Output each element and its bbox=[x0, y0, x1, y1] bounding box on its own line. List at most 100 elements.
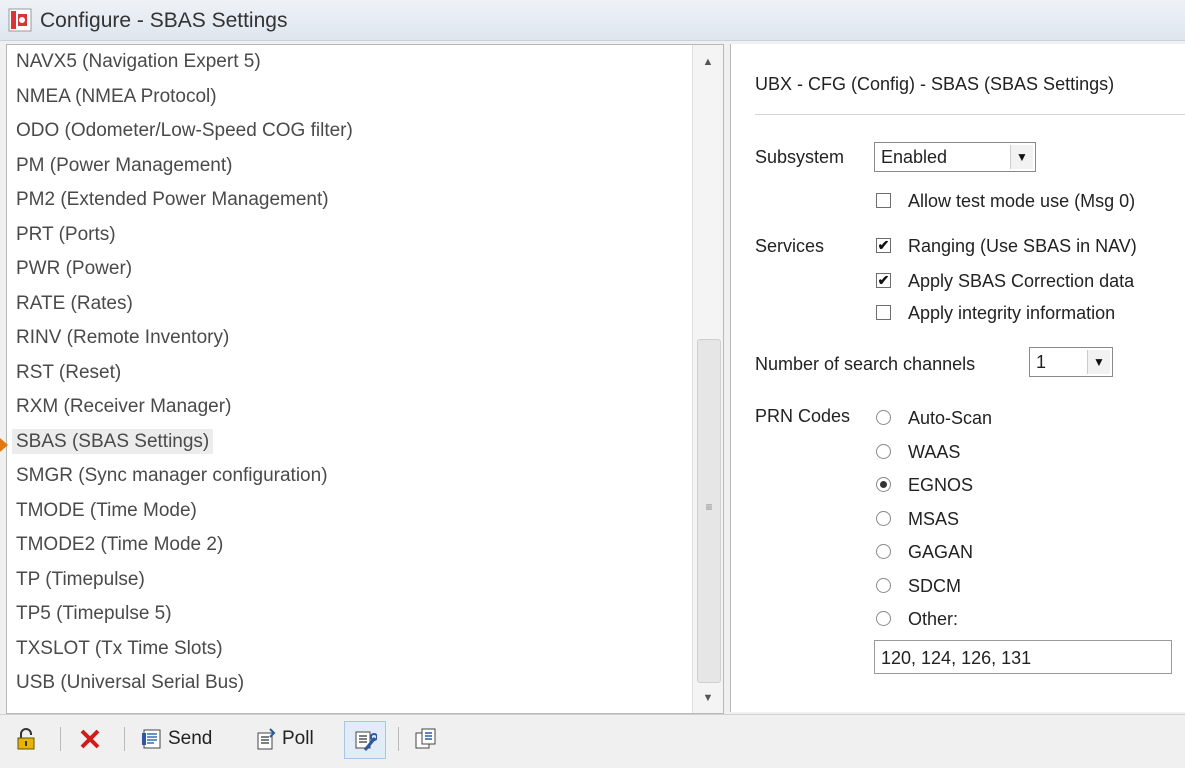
list-item-label: TMODE (Time Mode) bbox=[16, 499, 197, 521]
settings-pane: UBX - CFG (Config) - SBAS (SBAS Settings… bbox=[730, 44, 1185, 712]
poll-icon bbox=[257, 728, 276, 750]
prn-option-label: Other: bbox=[908, 609, 959, 629]
list-item-label: TP (Timepulse) bbox=[16, 568, 145, 590]
list-item[interactable]: NMEA (NMEA Protocol) bbox=[7, 80, 691, 115]
poll-button[interactable]: Poll bbox=[254, 721, 314, 757]
scroll-up-arrow-icon[interactable]: ▲ bbox=[693, 49, 723, 75]
prn-option-label: SDCM bbox=[908, 575, 961, 596]
list-item[interactable]: PM2 (Extended Power Management) bbox=[7, 183, 691, 218]
list-item[interactable]: TP5 (Timepulse 5) bbox=[7, 597, 691, 632]
list-item[interactable]: PRT (Ports) bbox=[7, 218, 691, 253]
list-item-label: ODO (Odometer/Low-Speed COG filter) bbox=[16, 120, 353, 141]
subsystem-label: Subsystem bbox=[755, 147, 845, 167]
bottom-toolbar: Send Poll bbox=[0, 714, 1185, 765]
title-divider bbox=[755, 114, 1185, 115]
lock-button[interactable] bbox=[14, 721, 38, 757]
list-item-label: PWR (Power) bbox=[16, 258, 133, 279]
prn-radio-waas[interactable] bbox=[876, 443, 891, 459]
toolbar-divider bbox=[124, 727, 125, 751]
lock-icon bbox=[17, 728, 35, 750]
toolbar-divider bbox=[60, 727, 61, 751]
list-item-label: SMGR (Sync manager configuration) bbox=[16, 465, 328, 486]
list-item[interactable]: RATE (Rates) bbox=[7, 287, 691, 322]
list-item[interactable]: RXM (Receiver Manager) bbox=[7, 390, 691, 425]
list-item[interactable]: PWR (Power) bbox=[7, 252, 691, 287]
copy-icon bbox=[415, 728, 436, 749]
list-item[interactable]: TMODE (Time Mode) bbox=[7, 494, 691, 529]
correction-checkbox[interactable]: ✔ bbox=[876, 273, 891, 288]
list-item-label: USB (Universal Serial Bus) bbox=[16, 672, 245, 693]
list-item[interactable]: TMODE2 (Time Mode 2) bbox=[7, 528, 691, 563]
prn-radio-auto-scan[interactable] bbox=[876, 410, 891, 425]
vertical-scrollbar[interactable]: ▲ ≡ ▼ bbox=[692, 45, 723, 713]
prn-option-label: EGNOS bbox=[908, 475, 974, 495]
list-item-label: RATE (Rates) bbox=[16, 292, 133, 314]
list-item[interactable]: NAVX5 (Navigation Expert 5) bbox=[7, 45, 691, 80]
prn-radio-msas[interactable] bbox=[876, 510, 891, 526]
send-label: Send bbox=[168, 728, 213, 749]
send-button[interactable]: Send bbox=[140, 721, 212, 757]
channels-value: 1 bbox=[1036, 352, 1047, 372]
close-icon bbox=[80, 729, 100, 749]
list-item[interactable]: SMGR (Sync manager configuration) bbox=[7, 459, 691, 494]
list-item[interactable]: RST (Reset) bbox=[7, 356, 691, 391]
grip-icon: ≡ bbox=[705, 500, 713, 514]
toolbar-divider bbox=[398, 727, 399, 751]
subsystem-select[interactable]: Enabled ▼ bbox=[874, 142, 1036, 172]
scroll-thumb[interactable]: ≡ bbox=[697, 339, 721, 683]
chevron-down-icon[interactable]: ▼ bbox=[1087, 350, 1110, 374]
list-item-label: NMEA (NMEA Protocol) bbox=[16, 85, 217, 107]
list-item-label: TMODE2 (Time Mode 2) bbox=[16, 534, 224, 555]
prn-radio-egnos[interactable] bbox=[876, 477, 891, 492]
channels-select[interactable]: 1 ▼ bbox=[1029, 347, 1113, 377]
prn-radio-gagan[interactable] bbox=[876, 544, 891, 559]
poll-label: Poll bbox=[282, 728, 314, 749]
cancel-button[interactable] bbox=[78, 721, 102, 757]
list-item-label: NAVX5 (Navigation Expert 5) bbox=[16, 51, 261, 72]
prn-radio-sdcm[interactable] bbox=[876, 577, 891, 593]
list-item-label: TXSLOT (Tx Time Slots) bbox=[16, 637, 223, 659]
panel-title: UBX - CFG (Config) - SBAS (SBAS Settings… bbox=[755, 74, 1115, 94]
copy-button[interactable] bbox=[414, 721, 438, 757]
integrity-checkbox[interactable] bbox=[876, 305, 891, 320]
scroll-down-arrow-icon[interactable]: ▼ bbox=[693, 685, 723, 711]
window-title: Configure - SBAS Settings bbox=[40, 9, 288, 32]
list-item[interactable]: RINV (Remote Inventory) bbox=[7, 321, 691, 356]
tools-icon bbox=[355, 731, 377, 751]
other-prn-input[interactable]: 120, 124, 126, 131 bbox=[874, 640, 1172, 674]
list-item[interactable]: SBAS (SBAS Settings) bbox=[7, 425, 691, 460]
list-item-label: PM2 (Extended Power Management) bbox=[16, 189, 329, 210]
services-label: Services bbox=[755, 236, 825, 256]
list-item-label: RST (Reset) bbox=[16, 361, 122, 383]
list-item-label: SBAS (SBAS Settings) bbox=[12, 428, 214, 454]
app-icon bbox=[8, 8, 32, 32]
list-item-label: TP5 (Timepulse 5) bbox=[16, 603, 172, 624]
list-item[interactable]: PM (Power Management) bbox=[7, 149, 691, 184]
list-item[interactable]: USB (Universal Serial Bus) bbox=[7, 666, 691, 701]
prn-option-label: GAGAN bbox=[908, 542, 974, 562]
other-prn-value: 120, 124, 126, 131 bbox=[881, 648, 1032, 668]
list-item[interactable]: ODO (Odometer/Low-Speed COG filter) bbox=[7, 114, 691, 149]
correction-label: Apply SBAS Correction data bbox=[908, 271, 1135, 291]
integrity-label: Apply integrity information bbox=[908, 303, 1116, 323]
list-item-label: RXM (Receiver Manager) bbox=[16, 396, 232, 417]
channels-label: Number of search channels bbox=[755, 354, 976, 374]
list-item[interactable]: TP (Timepulse) bbox=[7, 563, 691, 598]
radio-dot-icon bbox=[880, 481, 887, 488]
list-item-label: PM (Power Management) bbox=[16, 154, 233, 176]
list-item[interactable]: TXSLOT (Tx Time Slots) bbox=[7, 632, 691, 667]
selection-marker-icon bbox=[0, 438, 8, 452]
prn-radio-other[interactable] bbox=[876, 611, 891, 626]
test-mode-checkbox[interactable] bbox=[876, 193, 891, 208]
ranging-checkbox[interactable]: ✔ bbox=[876, 238, 891, 253]
tools-toggle-button[interactable] bbox=[344, 721, 386, 759]
message-list: NAVX5 (Navigation Expert 5) NMEA (NMEA Pr… bbox=[7, 45, 691, 701]
send-icon bbox=[142, 729, 161, 749]
list-item-label: RINV (Remote Inventory) bbox=[16, 327, 230, 348]
chevron-down-icon[interactable]: ▼ bbox=[1010, 145, 1033, 169]
prn-option-label: MSAS bbox=[908, 508, 960, 529]
prn-option-label: WAAS bbox=[908, 441, 961, 462]
list-item-label: PRT (Ports) bbox=[16, 223, 116, 245]
subsystem-value: Enabled bbox=[881, 147, 948, 167]
ranging-label: Ranging (Use SBAS in NAV) bbox=[908, 236, 1137, 256]
